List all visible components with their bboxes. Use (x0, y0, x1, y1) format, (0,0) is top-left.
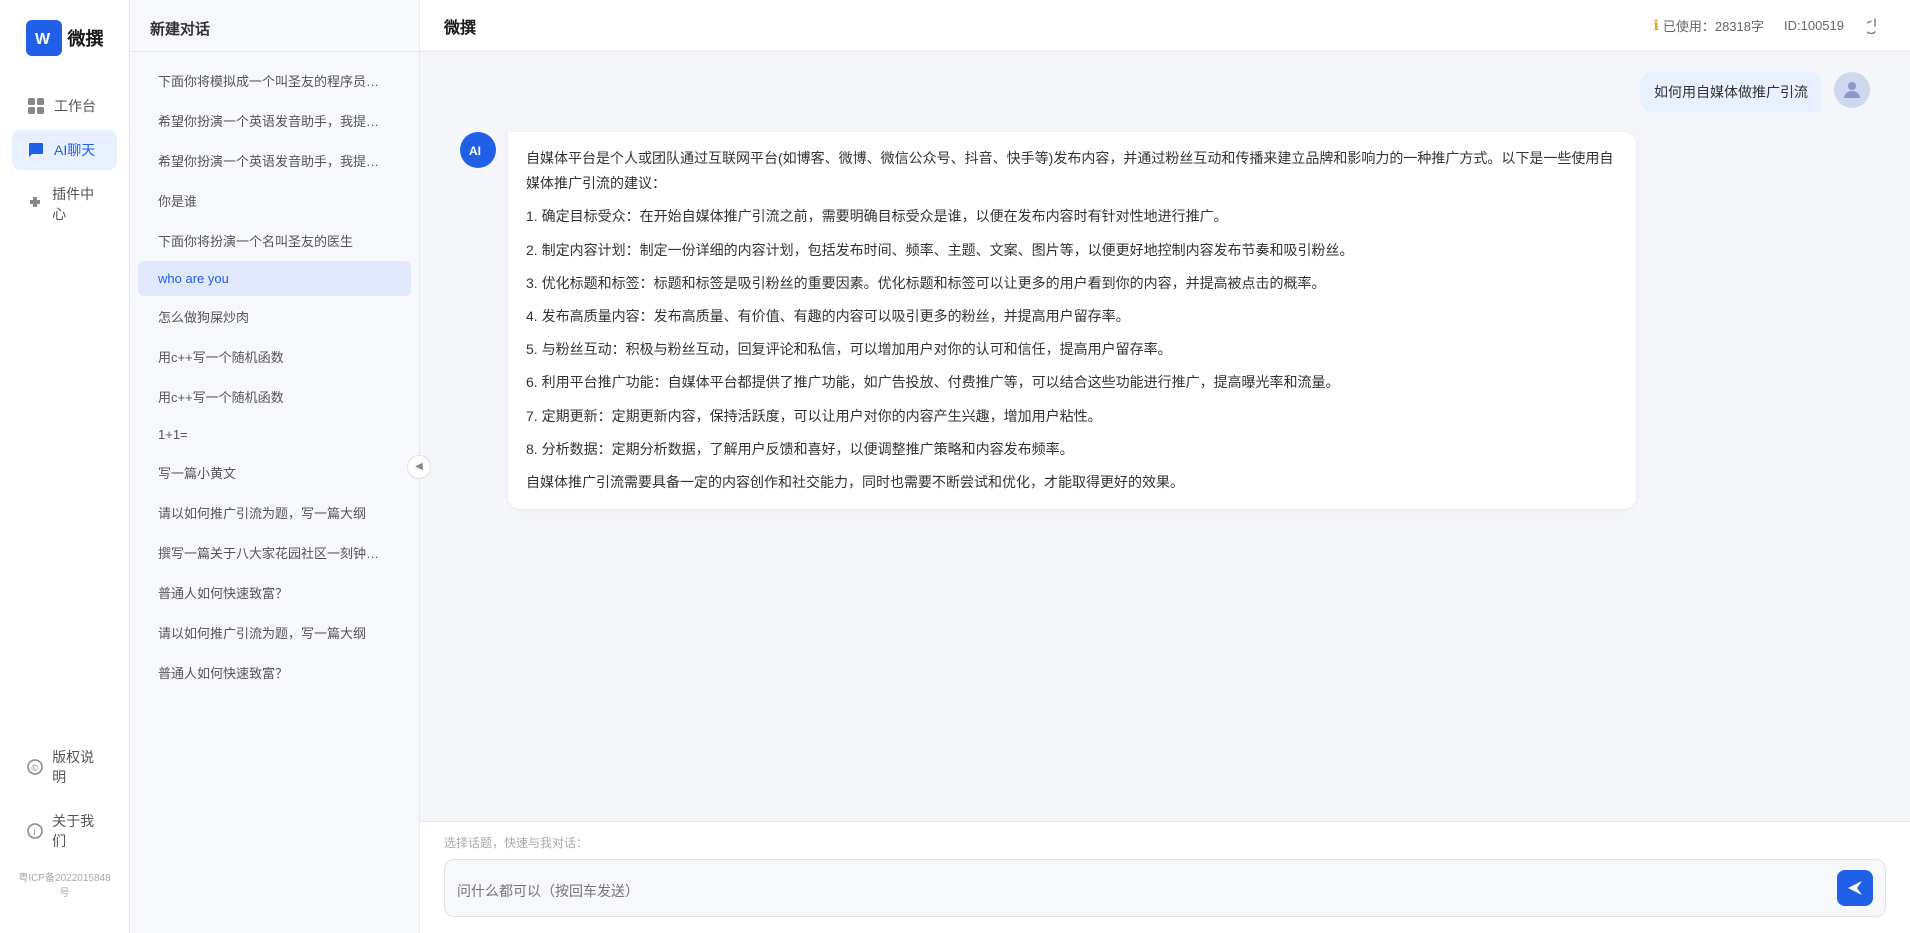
sidebar-item-2[interactable]: 希望你扮演一个英语发音助手，我提供给你... (138, 101, 411, 140)
ai-para-1: 1. 确定目标受众：在开始自媒体推广引流之前，需要明确目标受众是谁，以便在发布内… (526, 204, 1618, 229)
sidebar-item-15[interactable]: 请以如何推广引流为题，写一篇大纲 (138, 613, 411, 652)
svg-text:W: W (35, 31, 51, 48)
sidebar-item-4[interactable]: 你是谁 (138, 181, 411, 220)
plugins-icon (26, 194, 44, 214)
ai-para-6: 6. 利用平台推广功能：自媒体平台都提供了推广功能，如广告投放、付费推广等，可以… (526, 370, 1618, 395)
header-right: ℹ 已使用：28318字 ID:100519 (1654, 15, 1886, 37)
usage-icon: ℹ (1654, 17, 1659, 34)
ai-message-text: 自媒体平台是个人或团队通过互联网平台(如博客、微博、微信公众号、抖音、快手等)发… (508, 132, 1636, 509)
nav-item-workbench[interactable]: 工作台 (12, 86, 117, 126)
sidebar-item-7[interactable]: 怎么做狗屎炒肉 (138, 297, 411, 336)
user-message-text: 如何用自媒体做推广引流 (1640, 72, 1822, 112)
sidebar-item-1[interactable]: 下面你将模拟成一个叫圣友的程序员，我说... (138, 61, 411, 100)
ai-avatar: AI (460, 132, 496, 168)
power-button[interactable] (1864, 15, 1886, 37)
main-area: 微撰 ℹ 已使用：28318字 ID:100519 如何用自媒体做推广引流 AI (420, 0, 1910, 933)
workbench-icon (26, 96, 46, 116)
ai-chat-icon (26, 140, 46, 160)
usage-text: 已使用：28318字 (1663, 16, 1764, 35)
sidebar-item-14[interactable]: 普通人如何快速致富？ (138, 573, 411, 612)
ai-para-7: 7. 定期更新：定期更新内容，保持活跃度，可以让用户对你的内容产生兴趣，增加用户… (526, 404, 1618, 429)
sidebar-header: 新建对话 (130, 0, 419, 52)
ai-para-8: 8. 分析数据：定期分析数据，了解用户反馈和喜好，以便调整推广策略和内容发布频率… (526, 437, 1618, 462)
nav-label-workbench: 工作台 (54, 96, 96, 116)
sidebar-item-16[interactable]: 普通人如何快速致富？ (138, 653, 411, 692)
logo-icon: W (26, 20, 62, 56)
sidebar-item-3[interactable]: 希望你扮演一个英语发音助手，我提供给你... (138, 141, 411, 180)
sidebar-item-12[interactable]: 请以如何推广引流为题，写一篇大纲 (138, 493, 411, 532)
svg-text:AI: AI (469, 144, 481, 158)
ai-para-9: 自媒体推广引流需要具备一定的内容创作和社交能力，同时也需要不断尝试和优化，才能取… (526, 470, 1618, 495)
quick-prompts-label: 选择话题，快速与我对话： (444, 834, 1886, 851)
sidebar-item-10[interactable]: 1+1= (138, 417, 411, 452)
ai-message-body: 自媒体平台是个人或团队通过互联网平台(如博客、微博、微信公众号、抖音、快手等)发… (508, 132, 1636, 509)
main-header: 微撰 ℹ 已使用：28318字 ID:100519 (420, 0, 1910, 52)
sidebar-item-13[interactable]: 撰写一篇关于八大家花园社区一刻钟便民生... (138, 533, 411, 572)
sidebar-item-11[interactable]: 写一篇小黄文 (138, 453, 411, 492)
sidebar: 新建对话 下面你将模拟成一个叫圣友的程序员，我说... 希望你扮演一个英语发音助… (130, 0, 420, 933)
user-id: ID:100519 (1784, 18, 1844, 33)
user-avatar (1834, 72, 1870, 108)
copyright-icon: © (26, 757, 44, 777)
left-navigation: W 微撰 工作台 AI聊天 插件中心 © 版 (0, 0, 130, 933)
about-icon: i (26, 821, 44, 841)
nav-label-ai-chat: AI聊天 (54, 140, 95, 160)
svg-text:i: i (34, 827, 36, 837)
nav-label-plugins: 插件中心 (52, 184, 103, 224)
ai-para-2: 2. 制定内容计划：制定一份详细的内容计划，包括发布时间、频率、主题、文案、图片… (526, 238, 1618, 263)
nav-item-plugins[interactable]: 插件中心 (12, 174, 117, 234)
sidebar-collapse-button[interactable]: ◀ (407, 455, 431, 479)
nav-item-about[interactable]: i 关于我们 (12, 801, 117, 861)
main-title: 微撰 (444, 14, 476, 38)
input-box (444, 859, 1886, 917)
nav-items: 工作台 AI聊天 插件中心 (0, 86, 129, 737)
sidebar-item-6[interactable]: who are you (138, 261, 411, 296)
send-button[interactable] (1837, 870, 1873, 906)
user-message: 如何用自媒体做推广引流 (460, 72, 1870, 112)
sidebar-item-8[interactable]: 用c++写一个随机函数 (138, 337, 411, 376)
nav-bottom: © 版权说明 i 关于我们 粤ICP备2022015848号 (0, 737, 129, 903)
ai-message: AI 自媒体平台是个人或团队通过互联网平台(如博客、微博、微信公众号、抖音、快手… (460, 132, 1870, 509)
nav-item-ai-chat[interactable]: AI聊天 (12, 130, 117, 170)
new-chat-label: 新建对话 (150, 21, 210, 38)
sidebar-item-9[interactable]: 用c++写一个随机函数 (138, 377, 411, 416)
ai-para-4: 4. 发布高质量内容：发布高质量、有价值、有趣的内容可以吸引更多的粉丝，并提高用… (526, 304, 1618, 329)
svg-text:©: © (32, 763, 39, 773)
nav-label-copyright: 版权说明 (52, 747, 103, 787)
nav-label-about: 关于我们 (52, 811, 103, 851)
sidebar-item-5[interactable]: 下面你将扮演一个名叫圣友的医生 (138, 221, 411, 260)
ai-para-3: 3. 优化标题和标签：标题和标签是吸引粉丝的重要因素。优化标题和标签可以让更多的… (526, 271, 1618, 296)
logo-text: 微撰 (68, 25, 104, 51)
ai-para-5: 5. 与粉丝互动：积极与粉丝互动，回复评论和私信，可以增加用户对你的认可和信任，… (526, 337, 1618, 362)
nav-item-copyright[interactable]: © 版权说明 (12, 737, 117, 797)
app-logo: W 微撰 (16, 20, 114, 56)
icp-text: 粤ICP备2022015848号 (12, 865, 117, 903)
usage-info: ℹ 已使用：28318字 (1654, 16, 1764, 35)
chat-input[interactable] (457, 882, 1827, 906)
sidebar-list: 下面你将模拟成一个叫圣友的程序员，我说... 希望你扮演一个英语发音助手，我提供… (130, 52, 419, 933)
ai-para-0: 自媒体平台是个人或团队通过互联网平台(如博客、微博、微信公众号、抖音、快手等)发… (526, 146, 1618, 196)
input-area: 选择话题，快速与我对话： (420, 821, 1910, 933)
chat-area: 如何用自媒体做推广引流 AI 自媒体平台是个人或团队通过互联网平台(如博客、微博… (420, 52, 1910, 821)
